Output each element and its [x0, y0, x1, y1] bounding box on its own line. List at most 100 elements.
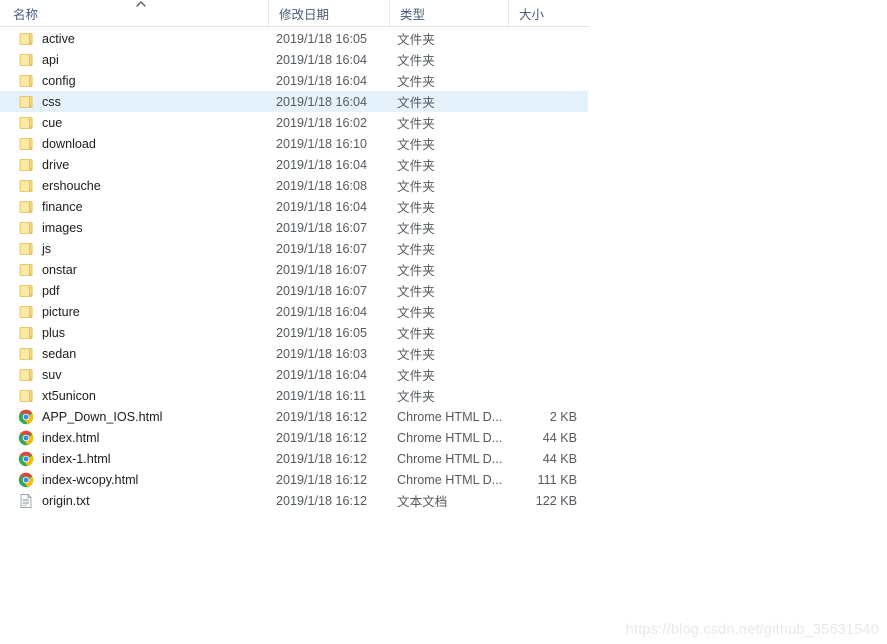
file-name-cell[interactable]: images	[0, 217, 268, 238]
file-type-cell: 文件夹	[397, 348, 435, 362]
file-name-cell[interactable]: index.html	[0, 427, 268, 448]
file-list-row[interactable]: pdf 2019/1/18 16:07 文件夹	[0, 280, 588, 301]
file-list-row[interactable]: origin.txt 2019/1/18 16:12 文本文档 122 KB	[0, 490, 588, 511]
file-type-cell: 文件夹	[397, 264, 435, 278]
file-name-cell[interactable]: css	[0, 91, 268, 112]
file-list-row[interactable]: config 2019/1/18 16:04 文件夹	[0, 70, 588, 91]
file-list-row[interactable]: sedan 2019/1/18 16:03 文件夹	[0, 343, 588, 364]
file-size-cell: 2 KB	[549, 409, 577, 424]
file-list: active 2019/1/18 16:05 文件夹 api 2019/1/18 16:…	[0, 28, 590, 511]
file-name-label: APP_Down_IOS.html	[42, 409, 163, 424]
file-name-cell[interactable]: js	[0, 238, 268, 259]
file-type-cell: 文件夹	[397, 180, 435, 194]
file-name-cell[interactable]: download	[0, 133, 268, 154]
file-name-cell[interactable]: index-wcopy.html	[0, 469, 268, 490]
file-list-row[interactable]: index.html 2019/1/18 16:12 Chrome HTML D..…	[0, 427, 588, 448]
file-list-row[interactable]: APP_Down_IOS.html 2019/1/18 16:12 Chrome H…	[0, 406, 588, 427]
column-header-name-label: 名称	[13, 8, 39, 22]
file-list-row[interactable]: api 2019/1/18 16:04 文件夹	[0, 49, 588, 70]
file-type-cell: Chrome HTML D...	[397, 472, 503, 487]
folder-icon	[18, 115, 34, 131]
file-list-row[interactable]: css 2019/1/18 16:04 文件夹	[0, 91, 588, 112]
file-type-cell: 文件夹	[397, 243, 435, 257]
folder-icon	[18, 94, 34, 110]
file-list-row[interactable]: index-wcopy.html 2019/1/18 16:12 Chrome HT…	[0, 469, 588, 490]
file-size-cell	[505, 28, 581, 49]
file-name-cell[interactable]: ershouche	[0, 175, 268, 196]
file-name-cell[interactable]: pdf	[0, 280, 268, 301]
file-name-label: picture	[42, 304, 80, 319]
file-date-modified-cell: 2019/1/18 16:12	[276, 451, 368, 466]
file-list-row[interactable]: picture 2019/1/18 16:04 文件夹	[0, 301, 588, 322]
file-date-modified-cell: 2019/1/18 16:12	[276, 493, 368, 508]
file-size-cell: 111 KB	[537, 472, 577, 487]
file-name-cell[interactable]: suv	[0, 364, 268, 385]
file-date-modified-cell: 2019/1/18 16:03	[276, 346, 368, 361]
file-name-label: index-wcopy.html	[42, 472, 139, 487]
file-list-row[interactable]: finance 2019/1/18 16:04 文件夹	[0, 196, 588, 217]
file-list-row[interactable]: drive 2019/1/18 16:04 文件夹	[0, 154, 588, 175]
file-name-cell[interactable]: api	[0, 49, 268, 70]
chrome-icon	[18, 430, 34, 446]
file-size-cell	[505, 364, 581, 385]
column-header-type[interactable]: 类型	[389, 0, 508, 27]
file-name-label: plus	[42, 325, 66, 340]
file-name-label: drive	[42, 157, 70, 172]
file-date-modified-cell: 2019/1/18 16:07	[276, 283, 368, 298]
file-date-modified-cell: 2019/1/18 16:04	[276, 94, 368, 109]
file-type-cell: 文件夹	[397, 222, 435, 236]
file-date-modified-cell: 2019/1/18 16:04	[276, 199, 368, 214]
file-name-label: onstar	[42, 262, 78, 277]
file-list-row[interactable]: js 2019/1/18 16:07 文件夹	[0, 238, 588, 259]
file-name-cell[interactable]: origin.txt	[0, 490, 268, 511]
text-document-icon	[18, 493, 34, 509]
file-list-row[interactable]: index-1.html 2019/1/18 16:12 Chrome HTML D…	[0, 448, 588, 469]
file-list-row[interactable]: onstar 2019/1/18 16:07 文件夹	[0, 259, 588, 280]
file-date-modified-cell: 2019/1/18 16:07	[276, 220, 368, 235]
file-list-row[interactable]: xt5unicon 2019/1/18 16:11 文件夹	[0, 385, 588, 406]
file-size-cell	[505, 343, 581, 364]
file-type-cell: Chrome HTML D...	[397, 409, 503, 424]
file-date-modified-cell: 2019/1/18 16:04	[276, 73, 368, 88]
file-name-cell[interactable]: index-1.html	[0, 448, 268, 469]
file-name-label: sedan	[42, 346, 77, 361]
watermark-text: https://blog.csdn.net/github_35631540	[625, 622, 879, 638]
file-name-cell[interactable]: finance	[0, 196, 268, 217]
file-name-cell[interactable]: xt5unicon	[0, 385, 268, 406]
file-date-modified-cell: 2019/1/18 16:02	[276, 115, 368, 130]
folder-icon	[18, 367, 34, 383]
file-name-cell[interactable]: active	[0, 28, 268, 49]
file-list-row[interactable]: download 2019/1/18 16:10 文件夹	[0, 133, 588, 154]
column-header-name[interactable]: 名称	[0, 0, 268, 27]
file-name-label: cue	[42, 115, 63, 130]
column-header-date-modified[interactable]: 修改日期	[268, 0, 389, 27]
file-date-modified-cell: 2019/1/18 16:07	[276, 241, 368, 256]
file-name-cell[interactable]: drive	[0, 154, 268, 175]
file-name-cell[interactable]: plus	[0, 322, 268, 343]
file-size-cell: 44 KB	[542, 430, 577, 445]
file-name-cell[interactable]: config	[0, 70, 268, 91]
file-list-row[interactable]: images 2019/1/18 16:07 文件夹	[0, 217, 588, 238]
file-type-cell: 文件夹	[397, 96, 435, 110]
file-list-row[interactable]: active 2019/1/18 16:05 文件夹	[0, 28, 588, 49]
file-name-cell[interactable]: picture	[0, 301, 268, 322]
file-name-label: download	[42, 136, 96, 151]
file-type-cell: 文件夹	[397, 54, 435, 68]
folder-icon	[18, 241, 34, 257]
file-name-cell[interactable]: APP_Down_IOS.html	[0, 406, 268, 427]
file-name-cell[interactable]: cue	[0, 112, 268, 133]
file-size-cell	[505, 112, 581, 133]
file-list-row[interactable]: suv 2019/1/18 16:04 文件夹	[0, 364, 588, 385]
column-header-size[interactable]: 大小	[508, 0, 590, 27]
file-list-row[interactable]: cue 2019/1/18 16:02 文件夹	[0, 112, 588, 133]
file-list-row[interactable]: plus 2019/1/18 16:05 文件夹	[0, 322, 588, 343]
file-date-modified-cell: 2019/1/18 16:04	[276, 304, 368, 319]
file-name-cell[interactable]: sedan	[0, 343, 268, 364]
folder-icon	[18, 388, 34, 404]
folder-icon	[18, 325, 34, 341]
folder-icon	[18, 52, 34, 68]
file-name-cell[interactable]: onstar	[0, 259, 268, 280]
file-size-cell	[505, 322, 581, 343]
file-list-row[interactable]: ershouche 2019/1/18 16:08 文件夹	[0, 175, 588, 196]
file-type-cell: 文件夹	[397, 117, 435, 131]
